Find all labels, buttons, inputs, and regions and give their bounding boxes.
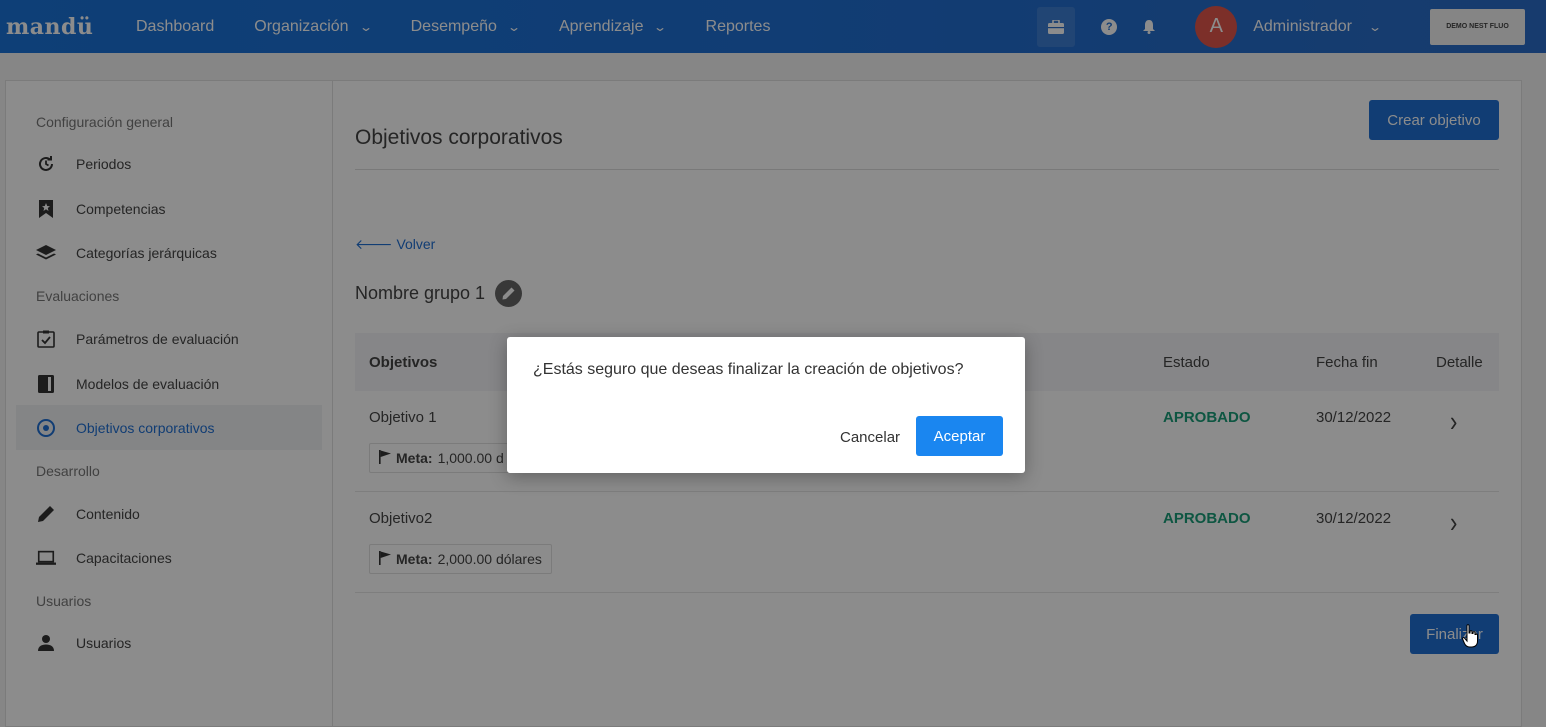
cancel-button[interactable]: Cancelar [840,429,900,446]
confirm-dialog: ¿Estás seguro que deseas finalizar la cr… [507,337,1025,473]
hand-cursor-icon [1462,624,1478,648]
dialog-message: ¿Estás seguro que deseas finalizar la cr… [533,361,964,378]
accept-button[interactable]: Aceptar [916,416,1003,456]
